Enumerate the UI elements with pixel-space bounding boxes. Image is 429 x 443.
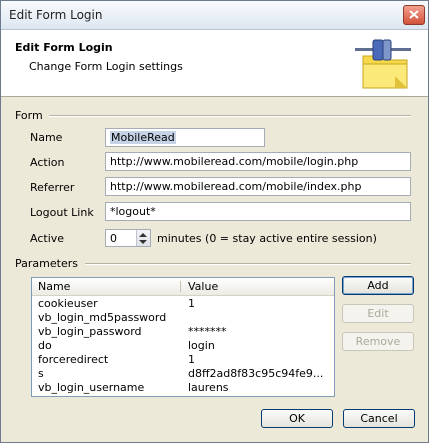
table-row[interactable]: vb_login_password ******* bbox=[32, 325, 334, 339]
column-divider[interactable] bbox=[180, 281, 181, 292]
dialog-header: Edit Form Login Change Form Login settin… bbox=[1, 30, 428, 97]
form-separator bbox=[49, 115, 411, 117]
active-value: 0 bbox=[110, 232, 117, 245]
stepper-up-icon[interactable] bbox=[139, 233, 147, 237]
form-section-label: Form bbox=[15, 109, 43, 122]
ok-button[interactable]: OK bbox=[261, 409, 333, 428]
referrer-label: Referrer bbox=[30, 181, 75, 194]
active-stepper[interactable]: 0 bbox=[105, 229, 151, 247]
param-value: login bbox=[188, 339, 215, 352]
close-button[interactable] bbox=[403, 5, 425, 25]
param-value: 1 bbox=[188, 297, 195, 310]
param-name: vb_login_md5password bbox=[38, 311, 167, 324]
remove-button[interactable]: Remove bbox=[342, 332, 414, 351]
table-row[interactable]: do login bbox=[32, 339, 334, 353]
table-row[interactable]: forceredirect 1 bbox=[32, 353, 334, 367]
param-name: s bbox=[38, 367, 44, 380]
param-value: d8ff2ad8f83c95c94fe9... bbox=[188, 367, 324, 380]
table-row[interactable]: s d8ff2ad8f83c95c94fe9... bbox=[32, 367, 334, 381]
plug-folder-icon bbox=[355, 39, 411, 89]
table-header: Name Value bbox=[32, 278, 334, 296]
add-button[interactable]: Add bbox=[342, 276, 414, 295]
edit-form-login-dialog: Edit Form Login Edit Form Login Change F… bbox=[0, 0, 429, 443]
stepper-down-icon[interactable] bbox=[139, 240, 147, 244]
param-name: vb_login_password bbox=[38, 325, 142, 338]
param-value: 1 bbox=[188, 353, 195, 366]
header-subtitle: Change Form Login settings bbox=[29, 60, 183, 73]
referrer-field[interactable]: http://www.mobileread.com/mobile/index.p… bbox=[105, 177, 411, 196]
edit-button[interactable]: Edit bbox=[342, 304, 414, 323]
table-row[interactable]: cookieuser 1 bbox=[32, 297, 334, 311]
param-value: ******* bbox=[188, 325, 227, 338]
name-field[interactable]: MobileRead bbox=[105, 128, 265, 147]
logout-link-field[interactable]: *logout* bbox=[105, 202, 411, 221]
cancel-button[interactable]: Cancel bbox=[343, 409, 415, 428]
table-row[interactable]: vb_login_username laurens bbox=[32, 381, 334, 395]
window-title: Edit Form Login bbox=[9, 8, 103, 22]
table-row[interactable]: vb_login_md5password bbox=[32, 311, 334, 325]
parameters-section-label: Parameters bbox=[15, 257, 78, 270]
param-name: do bbox=[38, 339, 52, 352]
parameters-separator bbox=[85, 263, 411, 265]
active-label: Active bbox=[30, 232, 65, 245]
column-header-name[interactable]: Name bbox=[38, 280, 70, 293]
action-field[interactable]: http://www.mobileread.com/mobile/login.p… bbox=[105, 152, 411, 171]
param-name: forceredirect bbox=[38, 353, 109, 366]
param-name: cookieuser bbox=[38, 297, 98, 310]
action-label: Action bbox=[30, 156, 65, 169]
name-label: Name bbox=[30, 131, 63, 144]
param-name: vb_login_username bbox=[38, 381, 145, 394]
stepper-arrows[interactable] bbox=[136, 230, 150, 246]
header-title: Edit Form Login bbox=[15, 41, 113, 54]
name-value: MobileRead bbox=[110, 131, 176, 144]
parameters-table[interactable]: Name Value cookieuser 1 vb_login_md5passw… bbox=[31, 277, 335, 397]
param-value: laurens bbox=[188, 381, 229, 394]
close-icon bbox=[409, 10, 419, 19]
active-suffix: minutes (0 = stay active entire session) bbox=[157, 232, 377, 245]
column-header-value[interactable]: Value bbox=[188, 280, 218, 293]
logout-link-label: Logout Link bbox=[30, 206, 94, 219]
title-bar[interactable]: Edit Form Login bbox=[1, 1, 428, 30]
